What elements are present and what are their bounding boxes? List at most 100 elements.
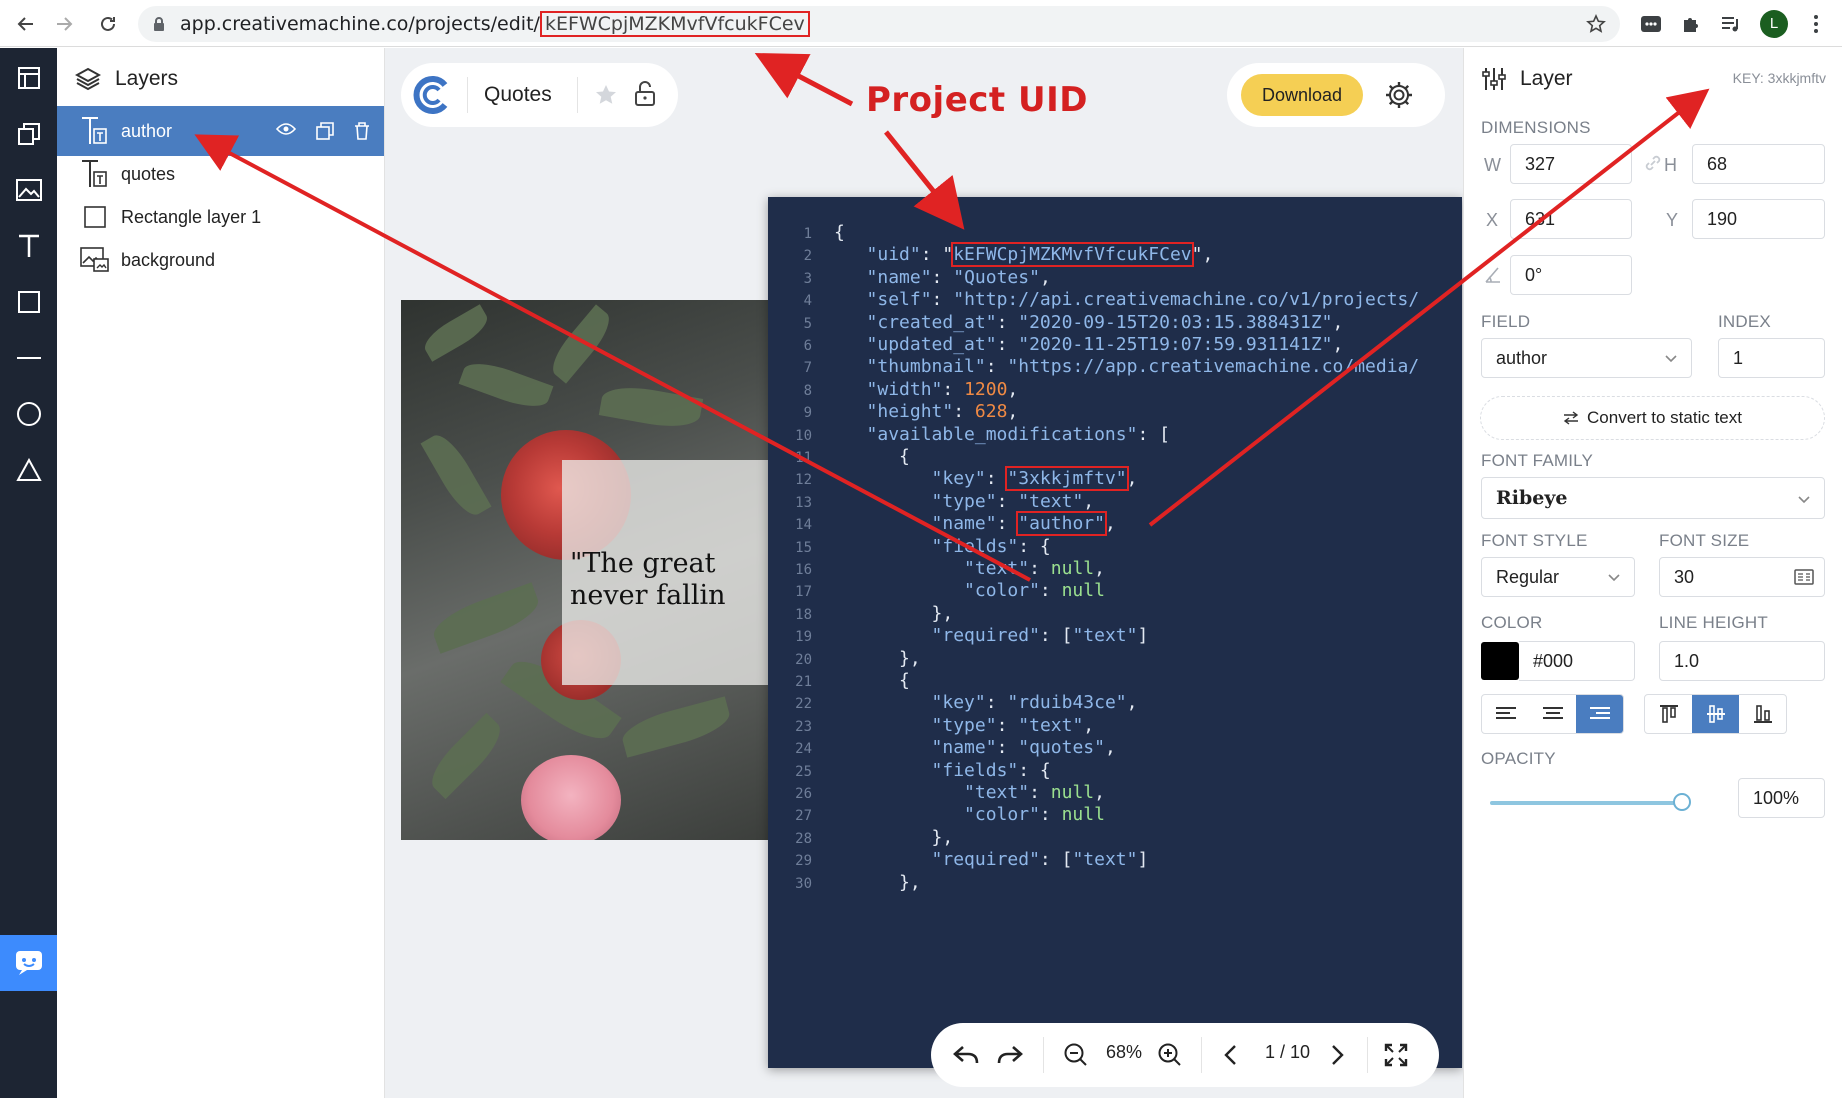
color-label: COLOR	[1481, 613, 1543, 632]
opacity-input[interactable]: 100%	[1738, 778, 1825, 818]
download-button[interactable]: Download	[1241, 74, 1363, 116]
previous-page-icon[interactable]	[1215, 1040, 1245, 1070]
font-size-input[interactable]: 30	[1659, 557, 1825, 597]
favorite-star-icon[interactable]	[594, 83, 618, 107]
swap-arrows-icon	[1563, 411, 1579, 425]
font-size-stepper-icon[interactable]	[1794, 569, 1814, 585]
line-tool-icon[interactable]	[13, 342, 45, 374]
zoom-out-icon[interactable]	[1061, 1040, 1091, 1070]
align-middle-icon[interactable]	[1692, 695, 1739, 733]
align-bottom-icon[interactable]	[1739, 695, 1786, 733]
project-toolbar: Quotes	[401, 63, 678, 127]
rotation-input[interactable]: 0°	[1510, 255, 1632, 295]
font-style-select[interactable]: Regular	[1481, 557, 1635, 597]
reload-icon[interactable]	[94, 10, 122, 38]
leaf-shape	[422, 712, 510, 800]
url-prefix: app.creativemachine.co/projects/edit/	[180, 13, 540, 35]
convert-to-static-text-button[interactable]: Convert to static text	[1480, 396, 1825, 440]
profile-avatar[interactable]: L	[1760, 10, 1788, 38]
templates-icon[interactable]	[13, 62, 45, 94]
font-size-value: 30	[1674, 567, 1695, 587]
align-center-icon[interactable]	[1529, 695, 1576, 733]
field-select[interactable]: author	[1481, 338, 1692, 378]
back-arrow-icon[interactable]	[12, 10, 40, 38]
zoom-in-icon[interactable]	[1155, 1040, 1185, 1070]
font-style-label: FONT STYLE	[1481, 531, 1588, 550]
address-bar[interactable]: app.creativemachine.co/projects/edit/kEF…	[138, 6, 1620, 42]
page-indicator: 1 / 10	[1265, 1042, 1311, 1062]
x-input[interactable]: 631	[1510, 199, 1632, 239]
y-input[interactable]: 190	[1692, 199, 1825, 239]
font-size-label: FONT SIZE	[1659, 531, 1750, 550]
media-queue-icon[interactable]	[1718, 11, 1744, 37]
undo-icon[interactable]	[951, 1040, 981, 1070]
zoom-level: 68%	[1106, 1042, 1143, 1062]
extension-badge-icon[interactable]	[1638, 11, 1664, 37]
rectangle-tool-icon[interactable]	[13, 286, 45, 318]
chat-support-button[interactable]	[0, 935, 57, 991]
color-swatch[interactable]	[1481, 642, 1519, 680]
fullscreen-icon[interactable]	[1381, 1040, 1411, 1070]
quote-text-layer[interactable]: "The great never fallin	[570, 548, 725, 612]
link-ratio-icon[interactable]	[1644, 154, 1662, 172]
duplicate-icon[interactable]	[316, 122, 334, 140]
code-line: 30 },	[768, 870, 921, 896]
layers-panel: Layers author quotes Rectangle layer 1 b…	[57, 48, 385, 1098]
trash-icon[interactable]	[354, 122, 370, 140]
star-icon[interactable]	[1586, 14, 1606, 34]
api-json-panel: 1{2 "uid": "kEFWCpjMZKMvfVfcukFCev", 3 "n…	[768, 197, 1462, 1068]
quote-line-1: "The great	[570, 548, 716, 579]
index-input[interactable]: 1	[1718, 338, 1825, 378]
text-align-group	[1481, 694, 1624, 734]
layers-title: Layers	[115, 67, 179, 90]
toolbar-divider	[467, 77, 468, 113]
eye-icon[interactable]	[276, 122, 296, 136]
line-height-label: LINE HEIGHT	[1659, 613, 1768, 632]
url-uid-highlight: kEFWCpjMZKMvfVfcukFCev	[539, 11, 810, 37]
rectangle-layer-1[interactable]: "The great never fallin	[562, 460, 796, 685]
width-input[interactable]: 327	[1510, 144, 1632, 184]
font-style-value: Regular	[1496, 567, 1560, 587]
leaf-shape	[598, 381, 704, 433]
kebab-menu-icon[interactable]	[1803, 11, 1829, 37]
unlock-icon[interactable]	[634, 81, 656, 107]
forward-arrow-icon[interactable]	[50, 10, 78, 38]
settings-gear-icon[interactable]	[1384, 80, 1414, 110]
layer-label: author	[121, 120, 173, 141]
puzzle-extension-icon[interactable]	[1678, 11, 1704, 37]
toolbar-divider	[577, 77, 578, 113]
opacity-slider-handle[interactable]	[1673, 793, 1691, 811]
properties-header: Layer	[1482, 62, 1573, 96]
opacity-slider-track[interactable]	[1490, 801, 1682, 805]
creativemachine-logo-icon[interactable]	[413, 75, 453, 115]
layer-properties-panel: Layer KEY: 3xkkjmftv DIMENSIONS W 327 H …	[1463, 48, 1842, 1098]
font-family-select[interactable]: Ribeye	[1481, 477, 1825, 519]
project-name[interactable]: Quotes	[484, 83, 552, 107]
toolbar-divider	[1201, 1037, 1202, 1073]
triangle-tool-icon[interactable]	[13, 454, 45, 486]
line-number: 30	[795, 875, 812, 892]
text-tool-icon[interactable]	[13, 230, 45, 262]
align-right-icon[interactable]	[1576, 695, 1623, 733]
height-input[interactable]: 68	[1692, 144, 1825, 184]
y-label: Y	[1666, 210, 1679, 230]
quote-line-2: never fallin	[570, 580, 726, 611]
align-left-icon[interactable]	[1482, 695, 1529, 733]
line-height-input[interactable]: 1.0	[1659, 641, 1825, 681]
align-top-icon[interactable]	[1645, 695, 1692, 733]
sliders-icon	[1482, 68, 1506, 90]
design-preview-image[interactable]: "The great never fallin	[401, 300, 796, 840]
circle-tool-icon[interactable]	[13, 398, 45, 430]
leaf-shape	[458, 355, 554, 415]
image-layer-icon	[75, 247, 115, 273]
color-hex-input[interactable]: #000	[1519, 641, 1635, 681]
next-page-icon[interactable]	[1323, 1040, 1353, 1070]
export-toolbar: Download	[1227, 63, 1445, 127]
redo-icon[interactable]	[995, 1040, 1025, 1070]
image-tool-icon[interactable]	[13, 174, 45, 206]
dimensions-label: DIMENSIONS	[1481, 118, 1591, 137]
layer-item-background[interactable]: background	[57, 235, 384, 285]
pages-icon[interactable]	[13, 118, 45, 150]
layers-header: Layers	[75, 62, 178, 96]
chevron-down-icon	[1665, 355, 1677, 363]
